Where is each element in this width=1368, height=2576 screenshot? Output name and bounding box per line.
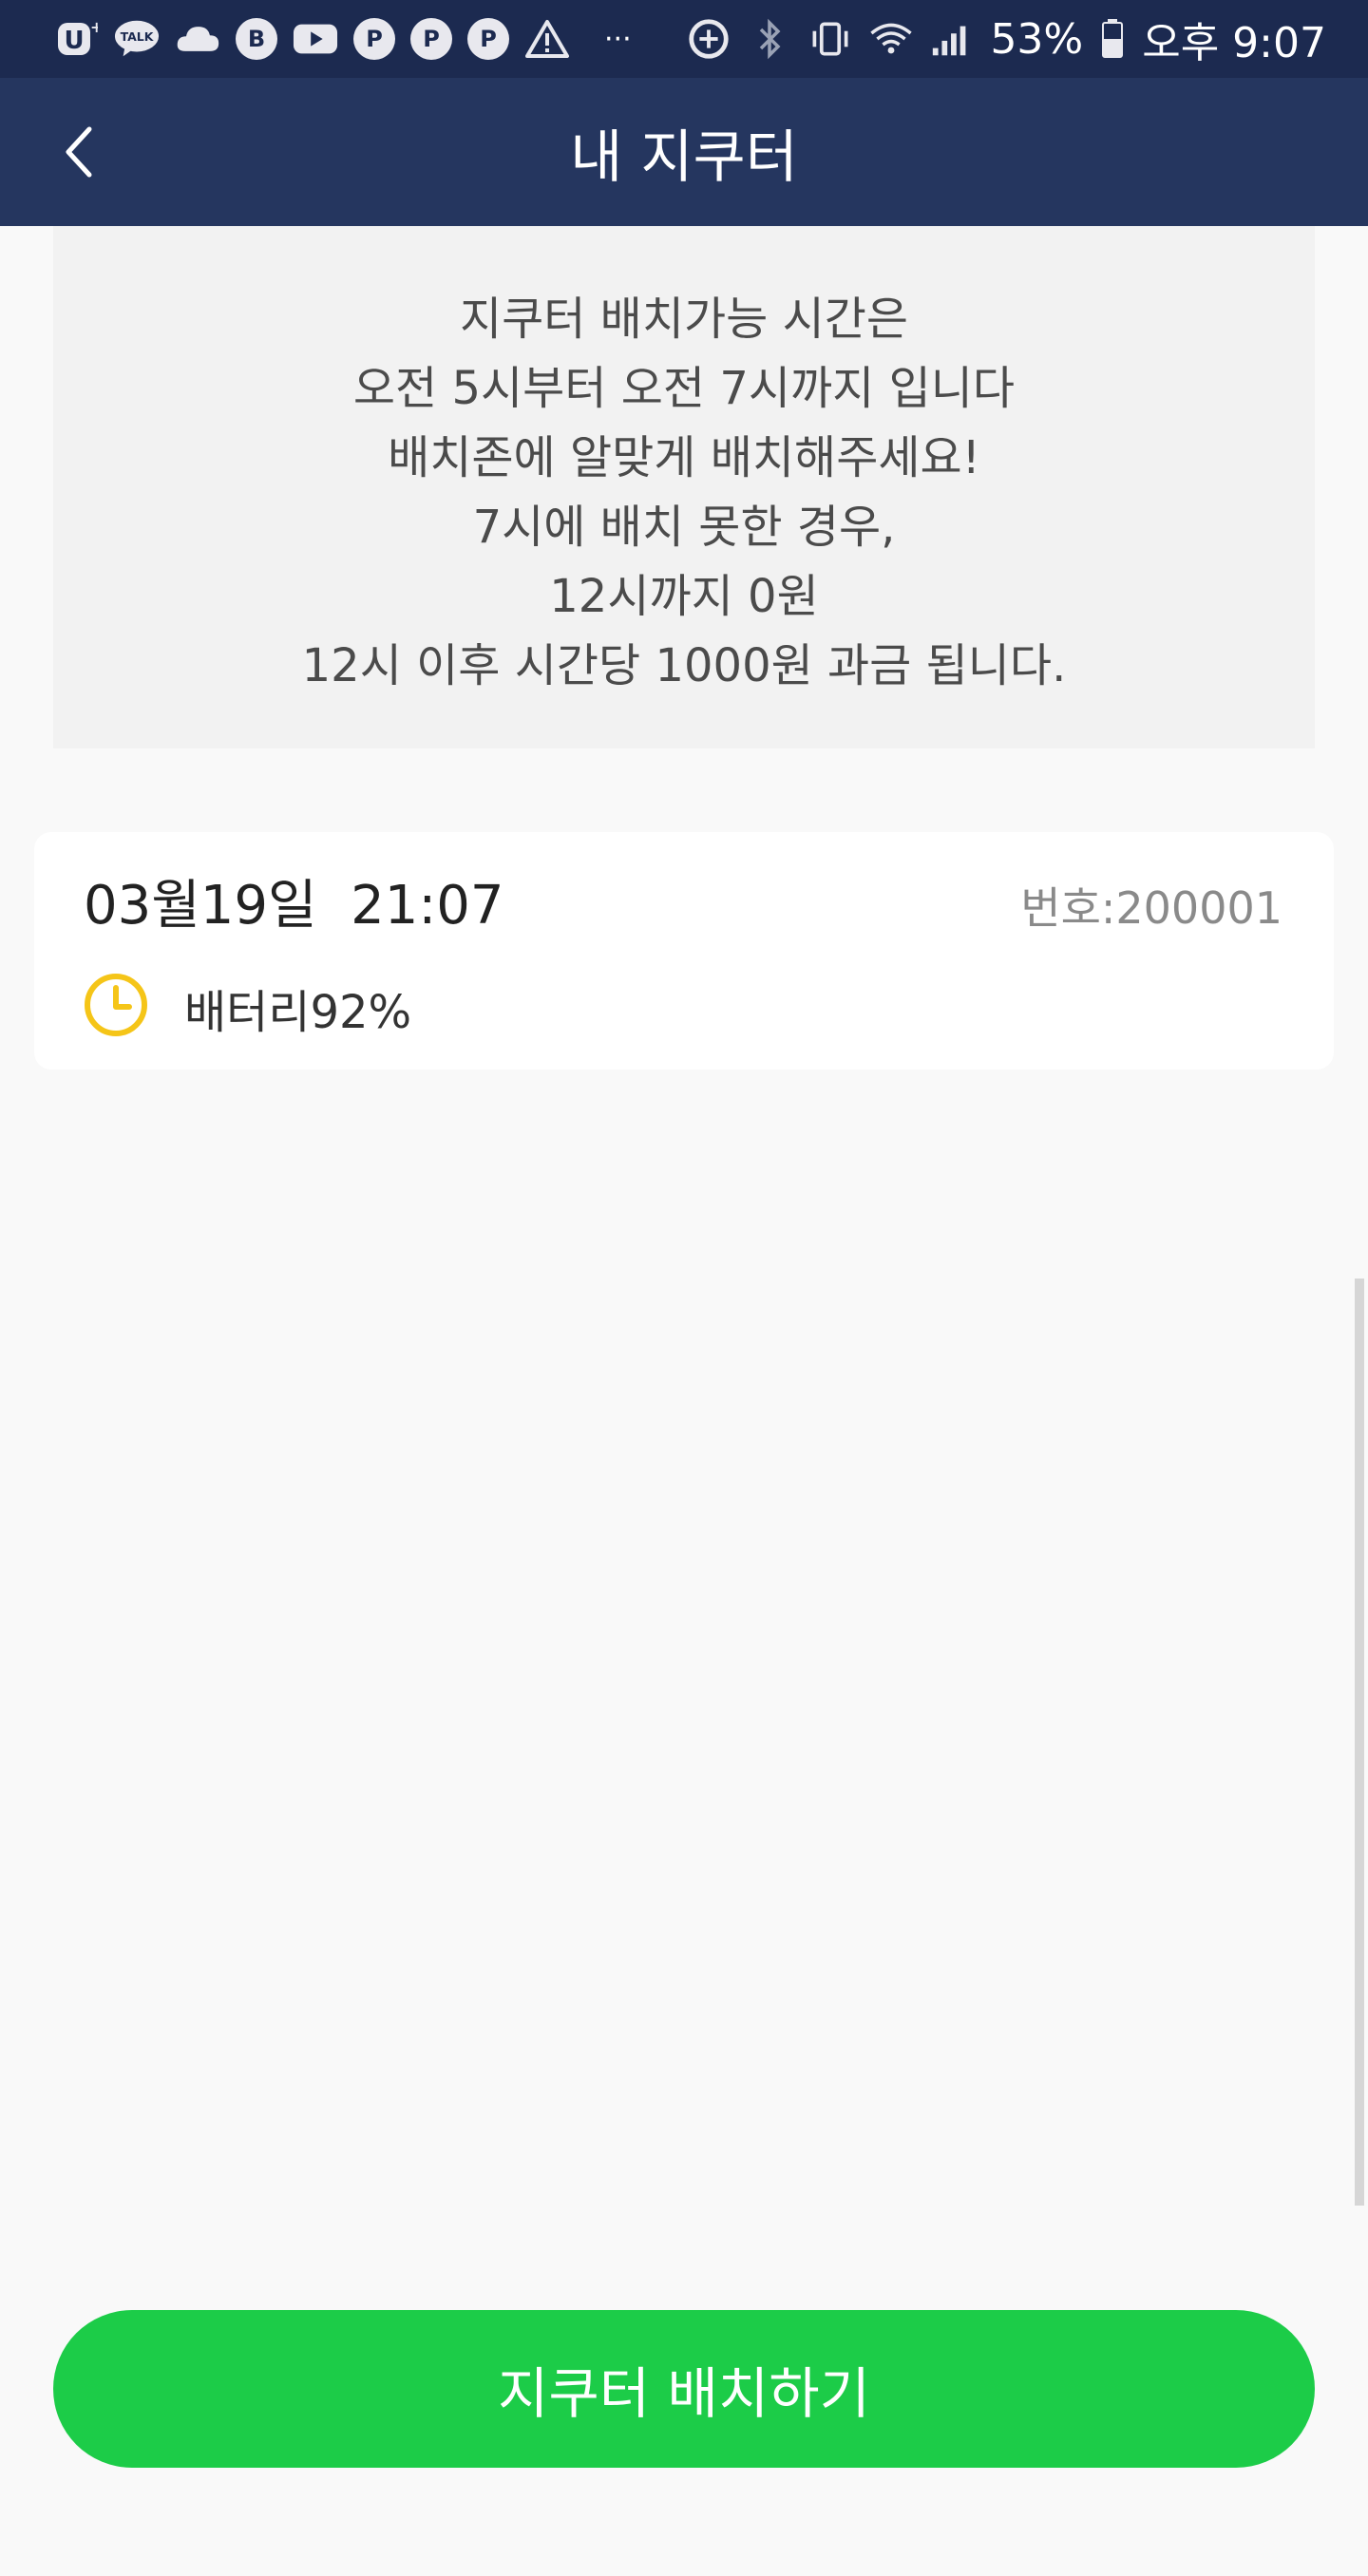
scooter-date-time: 03월19일 21:07 xyxy=(84,875,504,937)
u-plus-icon: U + xyxy=(53,16,99,62)
b-icon: B xyxy=(236,18,277,60)
p-icon: P xyxy=(353,18,395,60)
warning-icon xyxy=(524,16,570,62)
cloud-icon xyxy=(175,16,220,62)
status-bar: U + TALK B P P P ··· 53% 오후 9:07 xyxy=(0,0,1368,78)
more-icon: ··· xyxy=(604,22,632,56)
bluetooth-icon xyxy=(747,16,792,62)
system-icons: 53% 오후 9:07 xyxy=(686,9,1326,69)
wifi-icon xyxy=(868,16,914,62)
scrollbar[interactable] xyxy=(1355,1279,1364,2206)
signal-icon xyxy=(929,16,975,62)
data-saver-icon xyxy=(686,16,732,62)
talk-icon: TALK xyxy=(114,16,160,62)
p-icon: P xyxy=(410,18,452,60)
deployment-notice: 지쿠터 배치가능 시간은 오전 5시부터 오전 7시까지 입니다 배치존에 알맞… xyxy=(53,226,1315,748)
scooter-number: 번호:200001 xyxy=(1020,882,1282,934)
scooter-card[interactable]: 03월19일 21:07 번호:200001 배터리92% xyxy=(34,832,1334,1070)
notice-line: 지쿠터 배치가능 시간은 xyxy=(459,293,909,346)
vibrate-icon xyxy=(808,16,853,62)
page-title: 내 지쿠터 xyxy=(570,123,798,191)
scooter-battery: 배터리92% xyxy=(184,986,412,1039)
back-button[interactable] xyxy=(44,116,116,188)
p-icon: P xyxy=(467,18,509,60)
talk-label: TALK xyxy=(121,29,155,44)
notification-icons: U + TALK B P P P ··· xyxy=(53,16,632,62)
clock-icon xyxy=(85,974,147,1036)
battery-percent: 53% xyxy=(990,14,1084,64)
battery-icon xyxy=(1098,16,1127,62)
notice-line: 7시에 배치 못한 경우, xyxy=(472,501,896,554)
app-header: 내 지쿠터 xyxy=(0,78,1368,226)
notice-line: 12시까지 0원 xyxy=(549,570,819,623)
deploy-scooter-button[interactable]: 지쿠터 배치하기 xyxy=(53,2310,1315,2468)
svg-text:+: + xyxy=(90,18,98,36)
chevron-left-icon xyxy=(66,126,92,178)
notice-line: 12시 이후 시간당 1000원 과금 됩니다. xyxy=(301,639,1067,692)
notice-line: 오전 5시부터 오전 7시까지 입니다 xyxy=(352,362,1016,415)
svg-text:U: U xyxy=(64,27,84,55)
youtube-icon xyxy=(293,16,338,62)
notice-line: 배치존에 알맞게 배치해주세요! xyxy=(388,431,980,484)
status-time: 오후 9:07 xyxy=(1142,19,1326,67)
